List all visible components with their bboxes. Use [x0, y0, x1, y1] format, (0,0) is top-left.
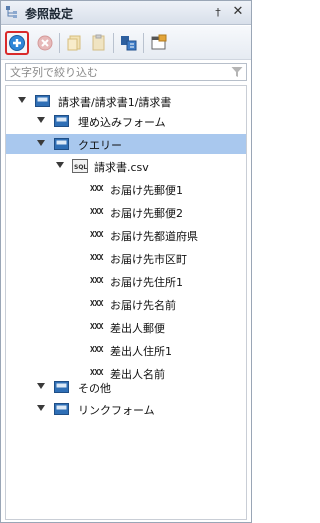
svg-text:SQL: SQL	[74, 164, 87, 171]
folder-icon	[35, 95, 50, 107]
tree-node-label: お届け先名前	[110, 299, 176, 312]
field-badge: XXX	[90, 230, 103, 239]
paste-icon	[92, 34, 105, 51]
pin-icon[interactable]: †	[212, 7, 224, 19]
tree-node-embedded-form[interactable]: 埋め込みフォーム	[6, 111, 246, 131]
tree-node-query[interactable]: クエリー	[6, 134, 246, 154]
field-badge: XXX	[90, 253, 103, 262]
tree-node-field[interactable]: XXX お届け先郵便1	[6, 179, 246, 199]
tree-node-label: お届け先住所1	[110, 276, 183, 289]
expand-arrow-icon[interactable]	[37, 140, 45, 146]
tree-node-label: 請求書.csv	[94, 161, 149, 174]
tree-node-link-form[interactable]: リンクフォーム	[6, 399, 246, 419]
panel-title: 参照設定	[25, 7, 74, 21]
tree-node-field[interactable]: XXX お届け先住所1	[6, 271, 246, 291]
tree-node-label: 差出人住所1	[110, 345, 172, 358]
tree-node-field[interactable]: XXX お届け先都道府県	[6, 225, 246, 245]
expand-arrow-icon[interactable]	[18, 97, 26, 103]
tree-node-label: お届け先都道府県	[110, 230, 198, 243]
search-box	[5, 63, 247, 81]
delete-button[interactable]	[33, 31, 57, 55]
delete-icon	[37, 35, 53, 51]
expand-arrow-icon[interactable]	[56, 162, 64, 168]
field-badge: XXX	[90, 184, 103, 193]
tree-node-label: その他	[78, 382, 111, 395]
tree-node-root[interactable]: 請求書/請求書1/請求書	[6, 91, 246, 111]
expand-arrow-icon[interactable]	[37, 383, 45, 389]
reference-settings-panel: 参照設定 † ✕ 文字列で絞り込む 請求書/請求書1/請求書 埋め込みフォーム …	[0, 0, 252, 523]
filter-icon[interactable]	[231, 66, 243, 78]
tree-node-field[interactable]: XXX 差出人郵便	[6, 317, 246, 337]
tree-node-label: 請求書/請求書1/請求書	[58, 96, 172, 109]
copy-icon	[67, 35, 81, 51]
refresh-icon	[121, 36, 137, 51]
tree-node-field[interactable]: XXX お届け先市区町	[6, 248, 246, 268]
paste-button[interactable]	[87, 31, 111, 55]
tree-node-label: リンクフォーム	[78, 404, 155, 417]
sql-file-icon: SQL	[72, 159, 88, 173]
tree-node-label: お届け先郵便1	[110, 184, 183, 197]
reference-tree: 請求書/請求書1/請求書 埋め込みフォーム クエリー SQL 請求書.csv X…	[5, 85, 247, 520]
folder-icon	[54, 381, 69, 393]
close-icon[interactable]: ✕	[231, 5, 245, 19]
tree-node-label: クエリー	[78, 139, 122, 152]
expand-arrow-icon[interactable]	[37, 405, 45, 411]
tree-node-other[interactable]: その他	[6, 377, 246, 397]
field-badge: XXX	[90, 368, 103, 377]
add-button[interactable]	[5, 31, 29, 55]
properties-button[interactable]	[147, 31, 171, 55]
panel-title-bar: 参照設定 † ✕	[1, 1, 251, 25]
field-badge: XXX	[90, 345, 103, 354]
toolbar-separator	[59, 33, 60, 53]
add-icon	[9, 35, 25, 51]
copy-button[interactable]	[63, 31, 87, 55]
tree-node-field[interactable]: XXX お届け先郵便2	[6, 202, 246, 222]
field-badge: XXX	[90, 299, 103, 308]
toolbar-separator	[143, 33, 144, 53]
folder-icon	[54, 403, 69, 415]
properties-icon	[151, 34, 167, 50]
tree-node-field[interactable]: XXX 差出人住所1	[6, 340, 246, 360]
field-badge: XXX	[90, 276, 103, 285]
tree-node-label: お届け先市区町	[110, 253, 187, 266]
field-badge: XXX	[90, 322, 103, 331]
tree-node-field[interactable]: XXX お届け先名前	[6, 294, 246, 314]
tree-node-label: お届け先郵便2	[110, 207, 183, 220]
tree-node-label: 差出人郵便	[110, 322, 165, 335]
folder-icon	[54, 115, 69, 127]
tree-node-csv[interactable]: SQL 請求書.csv	[6, 156, 246, 176]
tree-node-label: 埋め込みフォーム	[78, 116, 166, 129]
expand-arrow-icon[interactable]	[37, 117, 45, 123]
reference-tree-icon	[6, 6, 17, 18]
toolbar	[1, 26, 251, 60]
field-badge: XXX	[90, 207, 103, 216]
toolbar-separator	[113, 33, 114, 53]
refresh-button[interactable]	[117, 31, 141, 55]
folder-icon	[54, 138, 69, 150]
search-input[interactable]	[6, 64, 230, 80]
